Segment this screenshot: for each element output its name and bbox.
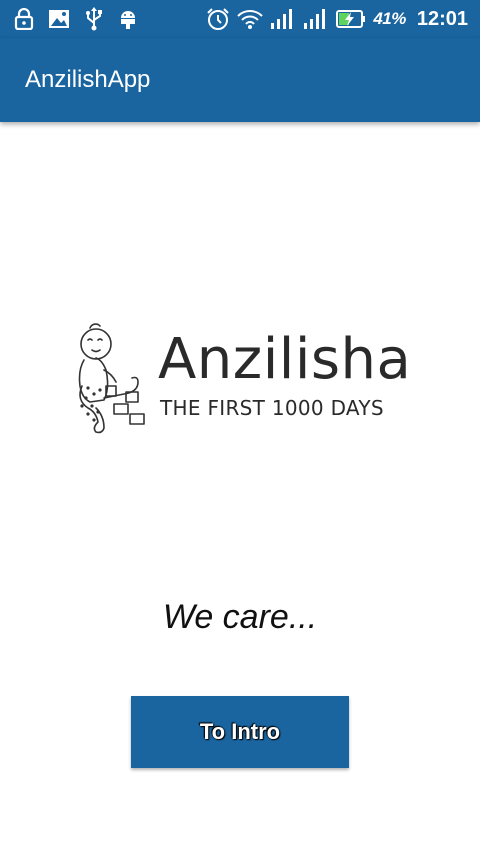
status-bar-notifications	[14, 6, 138, 32]
signal-icon	[270, 8, 296, 30]
battery-percent: 41%	[373, 9, 406, 28]
signal-icon	[303, 8, 329, 30]
android-debug-icon	[118, 8, 138, 30]
image-icon	[48, 8, 70, 30]
logo-name: Anzilisha	[158, 327, 412, 392]
baby-with-blocks-icon	[78, 323, 145, 434]
app-title: AnzilishApp	[25, 66, 151, 93]
wifi-icon	[237, 8, 264, 30]
battery-charging-icon	[336, 9, 366, 29]
lock-icon	[14, 8, 34, 30]
app-bar: AnzilishApp	[0, 38, 480, 122]
tagline: We care...	[162, 598, 318, 636]
logo-tagline: THE FIRST 1000 DAYS	[160, 396, 384, 420]
usb-icon	[84, 7, 104, 31]
clock: 12:01	[416, 7, 468, 30]
alarm-icon	[206, 7, 230, 31]
anzilisha-logo: Anzilisha THE FIRST 1000 DAYS	[74, 320, 414, 436]
status-bar: 41% 12:01	[0, 0, 480, 38]
to-intro-button[interactable]: To Intro	[131, 696, 349, 768]
status-bar-system: 41% 12:01	[206, 6, 468, 32]
